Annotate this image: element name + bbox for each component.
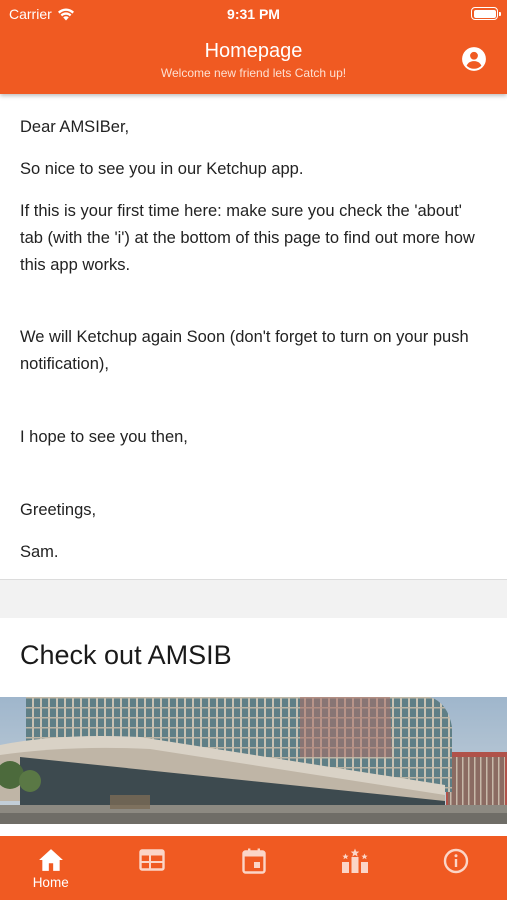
tab-about[interactable] (406, 836, 507, 900)
tab-leaderboard[interactable] (304, 836, 405, 900)
calendar-icon (241, 848, 266, 874)
app-header: Carrier 9:31 PM Homepage Welcome new fri… (0, 0, 507, 94)
welcome-message-card: Dear AMSIBer, So nice to see you in our … (0, 94, 507, 580)
schedule-icon (139, 849, 165, 871)
tab-schedule[interactable] (101, 836, 202, 900)
message-paragraph: Greetings, (20, 501, 97, 519)
page-subtitle: Welcome new friend lets Catch up! (160, 66, 347, 80)
message-paragraph: We will Ketchup again Soon (don't forget… (20, 328, 469, 373)
page-title: Homepage (204, 40, 303, 62)
info-icon (444, 848, 469, 874)
message-signature: Sam. (20, 543, 59, 561)
status-bar: Carrier 9:31 PM (0, 0, 507, 28)
promo-card[interactable]: Check out AMSIB (0, 618, 507, 836)
status-time: 9:31 PM (227, 6, 280, 22)
tab-home-label: Home (32, 875, 69, 890)
leaderboard-icon (341, 848, 368, 873)
tab-calendar[interactable] (203, 836, 304, 900)
message-paragraph: So nice to see you in our Ketchup app. (20, 160, 304, 178)
home-icon (38, 849, 63, 871)
message-greeting: Dear AMSIBer, (20, 118, 130, 136)
tab-bar: Home (0, 836, 507, 900)
message-paragraph: I hope to see you then, (20, 428, 188, 446)
battery-icon (471, 7, 501, 20)
promo-title: Check out AMSIB (20, 640, 232, 670)
account-circle-icon[interactable] (461, 46, 487, 72)
campus-building-image (0, 697, 507, 824)
message-paragraph: If this is your first time here: make su… (20, 202, 475, 274)
tab-home[interactable]: Home (0, 836, 101, 900)
